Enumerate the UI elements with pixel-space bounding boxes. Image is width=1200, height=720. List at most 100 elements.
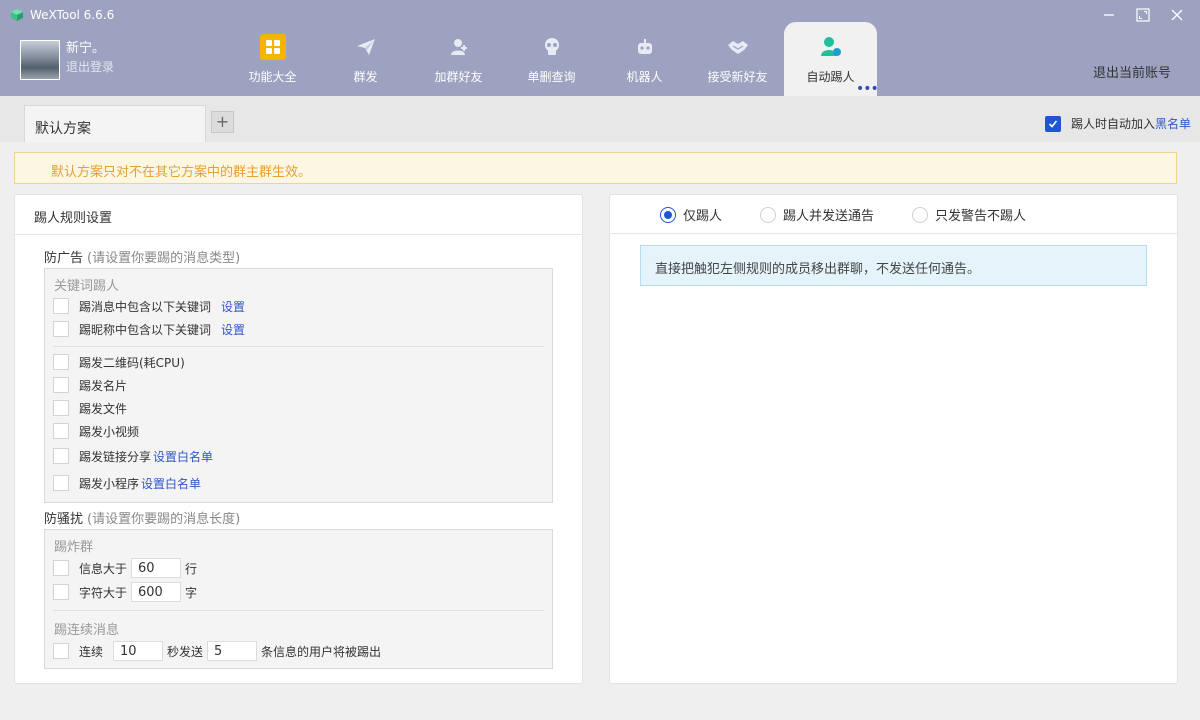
nav-item-add-group-friends[interactable]: 加群好友: [412, 22, 505, 96]
anti-ad-hint: (请设置你要踢的消息类型): [87, 251, 241, 266]
scheme-tabbar: 默认方案 + 踢人时自动加入 黑名单: [0, 96, 1200, 142]
keyword-nickname-checkbox[interactable]: [53, 321, 69, 337]
scheme-notice: 默认方案只对不在其它方案中的群主群生效。: [14, 152, 1177, 184]
app-title-bar: WeXTool 6.6.6: [10, 8, 114, 22]
tab-default-scheme[interactable]: 默认方案: [24, 105, 206, 142]
radio-button[interactable]: [760, 206, 777, 223]
minimize-icon[interactable]: [1100, 6, 1118, 24]
logout-link[interactable]: 退出登录: [66, 58, 114, 76]
kick-miniprogram-checkbox[interactable]: [53, 475, 69, 491]
msg-chars-input[interactable]: 600: [131, 582, 182, 602]
nav-item-single-delete-check[interactable]: 单删查询: [505, 22, 598, 96]
keyword-nickname-label: 踢昵称中包含以下关键词: [79, 322, 212, 337]
miniprogram-whitelist-link[interactable]: 设置白名单: [141, 475, 201, 492]
maximize-icon[interactable]: [1134, 6, 1152, 24]
app-title: WeXTool 6.6.6: [30, 8, 115, 22]
continuous-count-input[interactable]: 5: [207, 641, 258, 661]
msg-lines-row: 信息大于 60 行: [53, 558, 197, 578]
continuous-msg-row: 连续 10 秒发送 5 条信息的用户将被踢出: [53, 641, 381, 661]
exit-account-button[interactable]: 退出当前账号: [1093, 62, 1171, 81]
nav-label: 群发: [353, 70, 378, 84]
add-user-icon: [446, 34, 472, 60]
kick-card-row: 踢发名片: [53, 375, 127, 395]
skull-icon: [539, 34, 565, 60]
msg-lines-suffix: 行: [185, 561, 198, 576]
kick-action-panel: 仅踢人 踢人并发送通告 只发警告不踢人 直接把触犯左侧规则的成员移出群聊，不发送…: [609, 194, 1178, 684]
continuous-msg-checkbox[interactable]: [53, 643, 69, 659]
user-name: 新宁。: [66, 41, 106, 56]
mode-description: 直接把触犯左侧规则的成员移出群聊，不发送任何通告。: [640, 245, 1147, 286]
keyword-message-checkbox[interactable]: [53, 298, 69, 314]
kick-video-row: 踢发小视频: [53, 421, 139, 441]
kick-link-row: 踢发链接分享 设置白名单: [53, 446, 213, 466]
kick-file-checkbox[interactable]: [53, 400, 69, 416]
nav-label: 功能大全: [248, 70, 297, 84]
continuous-suffix: 条信息的用户将被踢出: [261, 644, 382, 659]
link-whitelist-link[interactable]: 设置白名单: [153, 448, 213, 465]
kick-file-row: 踢发文件: [53, 398, 127, 418]
keyword-nickname-settings-link[interactable]: 设置: [221, 321, 245, 338]
panel-title: 踢人规则设置: [15, 195, 582, 235]
kick-card-label: 踢发名片: [79, 378, 128, 393]
kick-video-label: 踢发小视频: [79, 424, 140, 439]
continuous-mid: 秒发送: [167, 644, 204, 659]
flood-kick-label: 踢炸群: [54, 540, 94, 555]
avatar[interactable]: [20, 40, 60, 80]
radio-kick-only[interactable]: 仅踢人: [660, 205, 722, 224]
kick-rules-panel: 踢人规则设置 防广告 (请设置你要踢的消息类型) 关键词踢人 踢消息中包含以下关键…: [14, 194, 583, 684]
nav-item-features[interactable]: 功能大全: [226, 22, 319, 96]
app-header: WeXTool 6.6.6 新宁。 退出登录 功能大全 群发 加群好友 单删查询…: [0, 0, 1200, 96]
nav-item-robot[interactable]: 机器人: [598, 22, 691, 96]
msg-chars-suffix: 字: [185, 585, 198, 600]
divider: [610, 233, 1177, 234]
radio-kick-and-notify[interactable]: 踢人并发送通告: [760, 205, 874, 224]
radio-label: 只发警告不踢人: [935, 209, 1027, 224]
nav-item-auto-kick[interactable]: 自动踢人 •••: [784, 22, 879, 96]
radio-label: 踢人并发送通告: [783, 209, 875, 224]
kick-file-label: 踢发文件: [79, 401, 128, 416]
anti-ad-group: 关键词踢人 踢消息中包含以下关键词 设置 踢昵称中包含以下关键词 设置 踢发二维…: [44, 268, 553, 503]
nav-label: 单删查询: [527, 70, 576, 84]
kick-qrcode-row: 踢发二维码(耗CPU): [53, 352, 185, 372]
blacklist-link[interactable]: 黑名单: [1155, 115, 1191, 132]
msg-chars-row: 字符大于 600 字: [53, 582, 197, 602]
nav-label: 自动踢人: [806, 70, 855, 84]
keyword-message-settings-link[interactable]: 设置: [221, 298, 245, 315]
radio-button[interactable]: [660, 206, 676, 223]
send-icon: [353, 34, 379, 60]
kick-link-checkbox[interactable]: [53, 448, 69, 464]
kick-miniprogram-row: 踢发小程序 设置白名单: [53, 473, 201, 493]
msg-lines-checkbox[interactable]: [53, 560, 69, 576]
radio-button[interactable]: [912, 206, 929, 223]
auto-blacklist-option: 踢人时自动加入 黑名单: [1044, 115, 1191, 132]
add-tab-button[interactable]: +: [211, 111, 234, 133]
anti-harass-group: 踢炸群 信息大于 60 行 字符大于 600 字 踢连续消息 连续 10 秒发送…: [44, 529, 553, 669]
kick-user-icon: [818, 34, 844, 60]
close-icon[interactable]: [1168, 6, 1186, 24]
nav-label: 接受新好友: [707, 70, 768, 84]
more-icon[interactable]: •••: [856, 82, 879, 96]
nav-item-broadcast[interactable]: 群发: [319, 22, 412, 96]
nav-item-accept-friends[interactable]: 接受新好友: [691, 22, 784, 96]
msg-lines-input[interactable]: 60: [131, 558, 182, 578]
msg-chars-prefix: 字符大于: [79, 585, 128, 600]
kick-video-checkbox[interactable]: [53, 423, 69, 439]
anti-harass-hint: (请设置你要踢的消息长度): [87, 512, 241, 527]
kick-card-checkbox[interactable]: [53, 377, 69, 393]
robot-icon: [632, 34, 658, 60]
continuous-seconds-input[interactable]: 10: [113, 641, 164, 661]
grid-icon: [259, 34, 286, 60]
handshake-icon: [725, 34, 751, 60]
keyword-kick-label: 关键词踢人: [54, 279, 120, 294]
keyword-message-row: 踢消息中包含以下关键词 设置: [53, 296, 245, 316]
nav-label: 加群好友: [434, 70, 483, 84]
radio-warn-only[interactable]: 只发警告不踢人: [912, 205, 1026, 224]
continuous-prefix: 连续: [79, 644, 104, 659]
msg-chars-checkbox[interactable]: [53, 584, 69, 600]
anti-ad-title: 防广告: [44, 251, 84, 266]
keyword-nickname-row: 踢昵称中包含以下关键词 设置: [53, 319, 245, 339]
kick-qrcode-label: 踢发二维码(耗CPU): [79, 355, 185, 370]
auto-blacklist-checkbox[interactable]: [1044, 115, 1061, 132]
keyword-message-label: 踢消息中包含以下关键词: [79, 299, 212, 314]
kick-qrcode-checkbox[interactable]: [53, 354, 69, 370]
